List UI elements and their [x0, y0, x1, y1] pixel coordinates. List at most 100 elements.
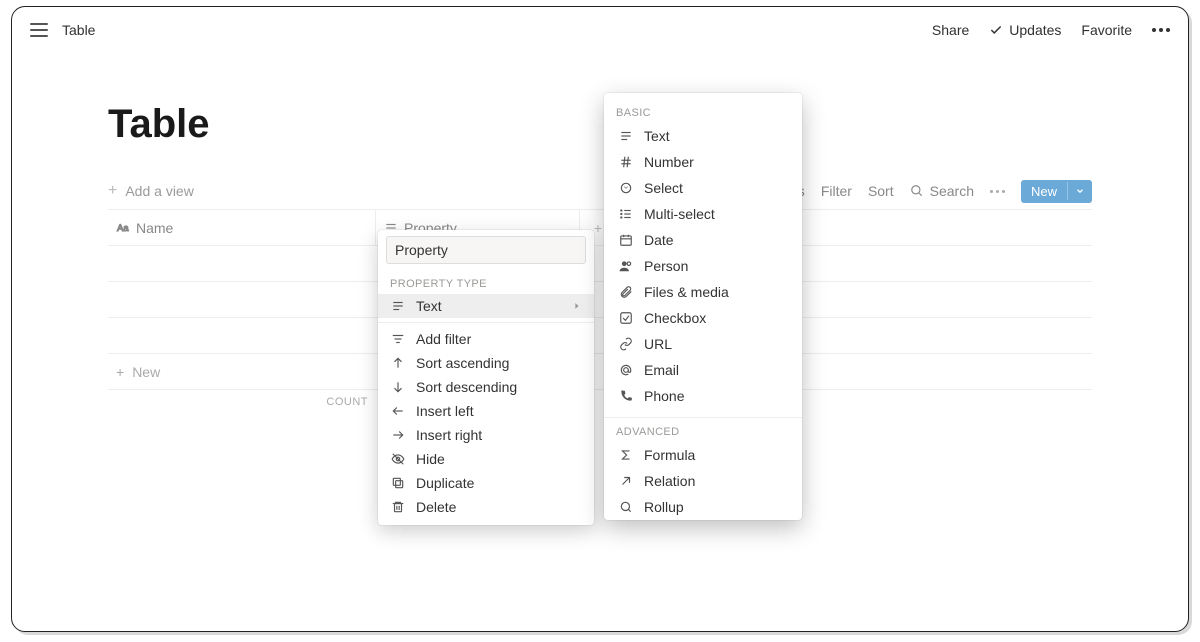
duplicate-icon [390, 476, 406, 490]
plus-icon: + [108, 182, 117, 200]
at-icon [618, 363, 634, 377]
sort-button[interactable]: Sort [868, 183, 894, 199]
type-relation[interactable]: Relation [604, 468, 802, 494]
arrow-up-right-icon [618, 474, 634, 488]
topbar: Table Share Updates Favorite [12, 7, 1188, 52]
rollup-icon [618, 500, 634, 514]
title-icon: Aa [116, 221, 130, 235]
sort-descending-item[interactable]: Sort descending [378, 375, 594, 399]
menu-item-label: Date [644, 232, 674, 248]
phone-icon [618, 389, 634, 403]
menu-item-label: Checkbox [644, 310, 706, 326]
sort-ascending-item[interactable]: Sort ascending [378, 351, 594, 375]
sigma-icon [618, 448, 634, 462]
arrow-right-icon [390, 428, 406, 442]
more-icon[interactable] [1152, 28, 1170, 32]
chevron-down-icon [1075, 186, 1085, 196]
advanced-section-label: ADVANCED [604, 426, 802, 442]
type-email[interactable]: Email [604, 357, 802, 383]
add-view-button[interactable]: + Add a view [108, 182, 194, 200]
add-filter-item[interactable]: Add filter [378, 327, 594, 351]
menu-item-label: Add filter [416, 331, 471, 347]
type-checkbox[interactable]: Checkbox [604, 305, 802, 331]
menu-item-label: Sort ascending [416, 355, 509, 371]
property-type-label: Text [416, 298, 442, 314]
calendar-icon [618, 233, 634, 247]
share-button[interactable]: Share [932, 22, 969, 38]
breadcrumb[interactable]: Table [62, 22, 95, 38]
menu-item-label: URL [644, 336, 672, 352]
filter-icon [390, 332, 406, 346]
updates-label: Updates [1009, 22, 1061, 38]
type-rollup[interactable]: Rollup [604, 494, 802, 520]
menu-item-label: Sort descending [416, 379, 517, 395]
updates-button[interactable]: Updates [989, 22, 1061, 38]
paperclip-icon [618, 285, 634, 299]
search-icon [910, 184, 924, 198]
type-number[interactable]: Number [604, 149, 802, 175]
menu-icon[interactable] [30, 23, 48, 37]
views-toolbar: + Add a view rties Filter Sort Search Ne… [108, 173, 1092, 209]
property-name-input[interactable] [386, 236, 586, 264]
property-type-selector[interactable]: Text [378, 294, 594, 318]
filter-button[interactable]: Filter [821, 183, 852, 199]
new-button-label: New [1021, 180, 1067, 203]
page-content: Table + Add a view rties Filter Sort Sea… [12, 52, 1188, 414]
column-name-label: Name [136, 220, 173, 236]
app-window: Table Share Updates Favorite Table + Add… [11, 6, 1189, 632]
insert-left-item[interactable]: Insert left [378, 399, 594, 423]
basic-section-label: BASIC [604, 99, 802, 123]
overflow-icon[interactable] [990, 190, 1005, 193]
column-name[interactable]: Aa Name [108, 210, 376, 245]
add-row-button[interactable]: + New [108, 354, 1092, 390]
menu-item-label: Text [644, 128, 670, 144]
duplicate-item[interactable]: Duplicate [378, 471, 594, 495]
database-table: Aa Name Property + + New COUNT [108, 209, 1092, 414]
add-view-label: Add a view [125, 183, 193, 199]
arrow-left-icon [390, 404, 406, 418]
favorite-button[interactable]: Favorite [1081, 22, 1132, 38]
menu-item-label: Multi-select [644, 206, 715, 222]
page-title[interactable]: Table [108, 102, 1092, 147]
hide-item[interactable]: Hide [378, 447, 594, 471]
menu-item-label: Person [644, 258, 688, 274]
hash-icon [618, 155, 634, 169]
type-text[interactable]: Text [604, 123, 802, 149]
text-icon [618, 129, 634, 143]
type-select[interactable]: Select [604, 175, 802, 201]
menu-item-label: Insert left [416, 403, 474, 419]
type-date[interactable]: Date [604, 227, 802, 253]
table-row[interactable] [108, 318, 1092, 354]
insert-right-item[interactable]: Insert right [378, 423, 594, 447]
search-button[interactable]: Search [910, 183, 974, 199]
menu-item-label: Formula [644, 447, 695, 463]
table-header-row: Aa Name Property + [108, 210, 1092, 246]
plus-icon: + [594, 220, 602, 236]
type-person[interactable]: Person [604, 253, 802, 279]
arrow-down-icon [390, 380, 406, 394]
type-phone[interactable]: Phone [604, 383, 802, 409]
menu-item-label: Select [644, 180, 683, 196]
new-button[interactable]: New [1021, 180, 1092, 203]
menu-item-label: Duplicate [416, 475, 474, 491]
table-row[interactable] [108, 246, 1092, 282]
arrow-up-icon [390, 356, 406, 370]
delete-item[interactable]: Delete [378, 495, 594, 519]
count-cell[interactable]: COUNT [108, 390, 376, 414]
chevron-right-icon [572, 301, 582, 311]
menu-item-label: Hide [416, 451, 445, 467]
checkbox-icon [618, 311, 634, 325]
separator [378, 322, 594, 323]
type-files[interactable]: Files & media [604, 279, 802, 305]
new-button-caret[interactable] [1067, 182, 1092, 200]
property-menu: PROPERTY TYPE Text Add filter Sort ascen… [378, 230, 594, 525]
check-icon [989, 23, 1003, 37]
type-formula[interactable]: Formula [604, 442, 802, 468]
menu-item-label: Insert right [416, 427, 482, 443]
list-icon [618, 207, 634, 221]
menu-item-label: Rollup [644, 499, 684, 515]
type-multi-select[interactable]: Multi-select [604, 201, 802, 227]
text-icon [390, 299, 406, 313]
table-row[interactable] [108, 282, 1092, 318]
type-url[interactable]: URL [604, 331, 802, 357]
